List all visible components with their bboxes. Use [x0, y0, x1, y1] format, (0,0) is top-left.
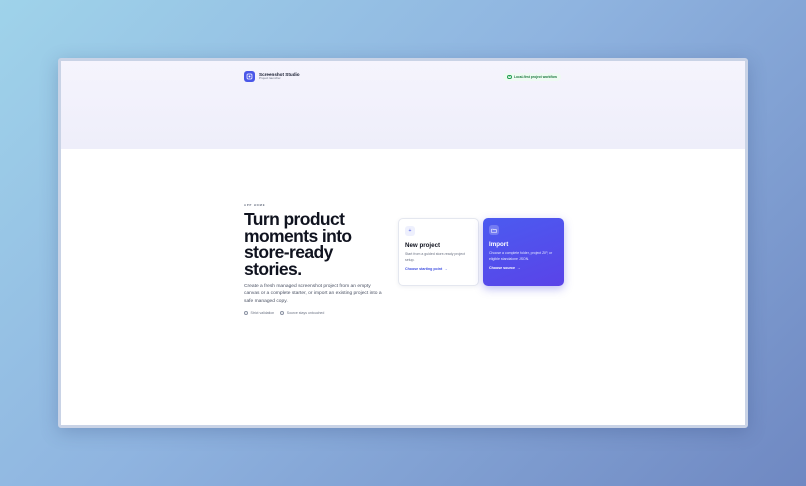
hero-section: App Home Turn product moments into store… — [244, 204, 389, 316]
arrow-right-icon: → — [444, 267, 448, 272]
meta-label: Source stays untouched — [286, 311, 325, 316]
choose-starting-point-link[interactable]: Choose starting point → — [405, 267, 472, 271]
card-description: Choose a complete folder, project ZIP, o… — [489, 251, 553, 261]
new-project-card[interactable]: + New project Start from a guided store-… — [398, 218, 479, 286]
eyebrow: App Home — [244, 204, 266, 207]
app-window: Screenshot Studio Project launcher ✓ Loc… — [58, 58, 748, 428]
link-label: Choose starting point — [405, 267, 443, 272]
link-label: Choose source — [489, 266, 515, 271]
hero-description: Create a fresh managed screenshot projec… — [244, 284, 382, 304]
header-band: Screenshot Studio Project launcher ✓ Loc… — [61, 61, 745, 149]
check-circle-icon: ✓ — [507, 74, 512, 79]
meta-item-source: Source stays untouched — [280, 311, 325, 316]
arrow-right-icon: → — [516, 266, 521, 271]
status-badge: ✓ Local-first project workflow — [503, 73, 561, 81]
status-label: Local-first project workflow — [513, 74, 557, 79]
card-title: New project — [405, 242, 441, 249]
app-subtitle: Project launcher — [259, 76, 281, 81]
brand[interactable]: Screenshot Studio Project launcher — [244, 71, 300, 82]
meta-item-validation: Strict validation — [244, 311, 275, 316]
app-logo-icon — [244, 71, 255, 82]
card-description: Start from a guided store-ready project … — [405, 252, 465, 262]
plus-icon: + — [405, 226, 415, 236]
choose-source-link[interactable]: Choose source → — [489, 266, 558, 270]
folder-icon — [489, 225, 499, 235]
page-title: Turn product moments into store-ready st… — [244, 209, 352, 279]
import-card[interactable]: Import Choose a complete folder, project… — [483, 218, 564, 286]
lock-icon — [280, 311, 285, 316]
shield-check-icon — [244, 311, 248, 316]
meta-label: Strict validation — [250, 311, 275, 316]
meta-list: Strict validation Source stays untouched — [244, 311, 389, 316]
card-title: Import — [489, 241, 509, 248]
